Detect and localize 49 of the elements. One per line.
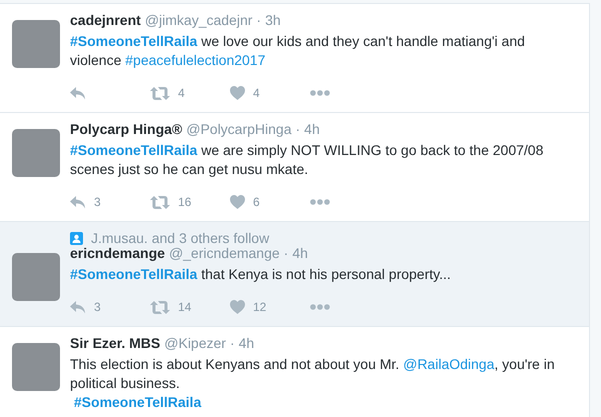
user-handle[interactable]: @Kipezer	[164, 333, 226, 354]
tweet-text: #SomeoneTellRaila that Kenya is not his personal property...	[70, 265, 452, 284]
hashtag-link[interactable]: #SomeoneTellRaila	[70, 142, 198, 158]
heart-icon[interactable]	[230, 86, 245, 100]
reply-icon[interactable]	[70, 86, 86, 100]
user-handle[interactable]: @jimkay_cadejnr	[144, 10, 252, 31]
inline-link[interactable]: #peacefulelection2017	[125, 52, 266, 68]
tweet-time[interactable]: 4h	[304, 119, 320, 140]
inline-link[interactable]: @RailaOdinga	[403, 356, 494, 372]
tweet-text: This election is about Kenyans and not about you Mr. @RailaOdinga, you're in political business. #SomeoneTellRaila	[70, 355, 556, 412]
retweet-icon[interactable]	[150, 300, 170, 314]
heart-icon[interactable]	[230, 195, 245, 209]
avatar-placeholder	[12, 129, 60, 177]
user-name[interactable]: cadejnrent	[70, 10, 141, 31]
hashtag-link[interactable]: #SomeoneTellRaila	[70, 33, 198, 49]
dot-separator: ·	[230, 334, 235, 353]
tweet-text: #SomeoneTellRaila we love our kids and they can't handle matiang'i and violence #peacefulelection2017	[70, 32, 526, 70]
tweet-time[interactable]: 3h	[265, 10, 281, 31]
avatar-placeholder	[12, 20, 60, 68]
person-icon	[70, 232, 83, 245]
reply-icon[interactable]	[70, 196, 86, 208]
retweet-count: 4	[178, 85, 185, 102]
reply-count: 3	[94, 299, 101, 316]
retweet-count: 14	[178, 299, 192, 316]
retweet-icon[interactable]	[150, 196, 170, 208]
tweet-time[interactable]: 4h	[238, 333, 254, 354]
retweet-icon[interactable]	[150, 86, 170, 100]
tweet-time[interactable]: 4h	[292, 243, 308, 264]
user-handle[interactable]: @PolycarpHinga	[186, 119, 292, 140]
hashtag-link[interactable]: #SomeoneTellRaila	[70, 266, 198, 282]
hashtag-link[interactable]: #SomeoneTellRaila	[70, 394, 202, 410]
avatar-placeholder	[12, 343, 60, 391]
more-icon[interactable]	[310, 304, 330, 310]
more-icon[interactable]	[310, 199, 330, 205]
avatar-placeholder	[12, 253, 60, 301]
reply-count: 3	[94, 194, 101, 211]
like-count: 6	[253, 194, 260, 211]
retweet-count: 16	[178, 194, 192, 211]
user-name[interactable]: Sir Ezer. MBS	[70, 333, 160, 354]
like-count: 4	[253, 85, 260, 102]
dot-separator: ·	[284, 244, 288, 263]
more-icon[interactable]	[310, 90, 330, 96]
heart-icon[interactable]	[230, 300, 245, 314]
tweet-text: #SomeoneTellRaila we are simply NOT WILLING to go back to the 2007/08 scenes just so he can get nusu mkate.	[70, 141, 544, 179]
user-name[interactable]: Polycarp Hinga®	[70, 119, 182, 140]
dot-separator: ·	[256, 11, 262, 30]
dot-separator: ·	[296, 120, 300, 139]
reply-icon[interactable]	[70, 300, 86, 314]
like-count: 12	[253, 299, 266, 316]
